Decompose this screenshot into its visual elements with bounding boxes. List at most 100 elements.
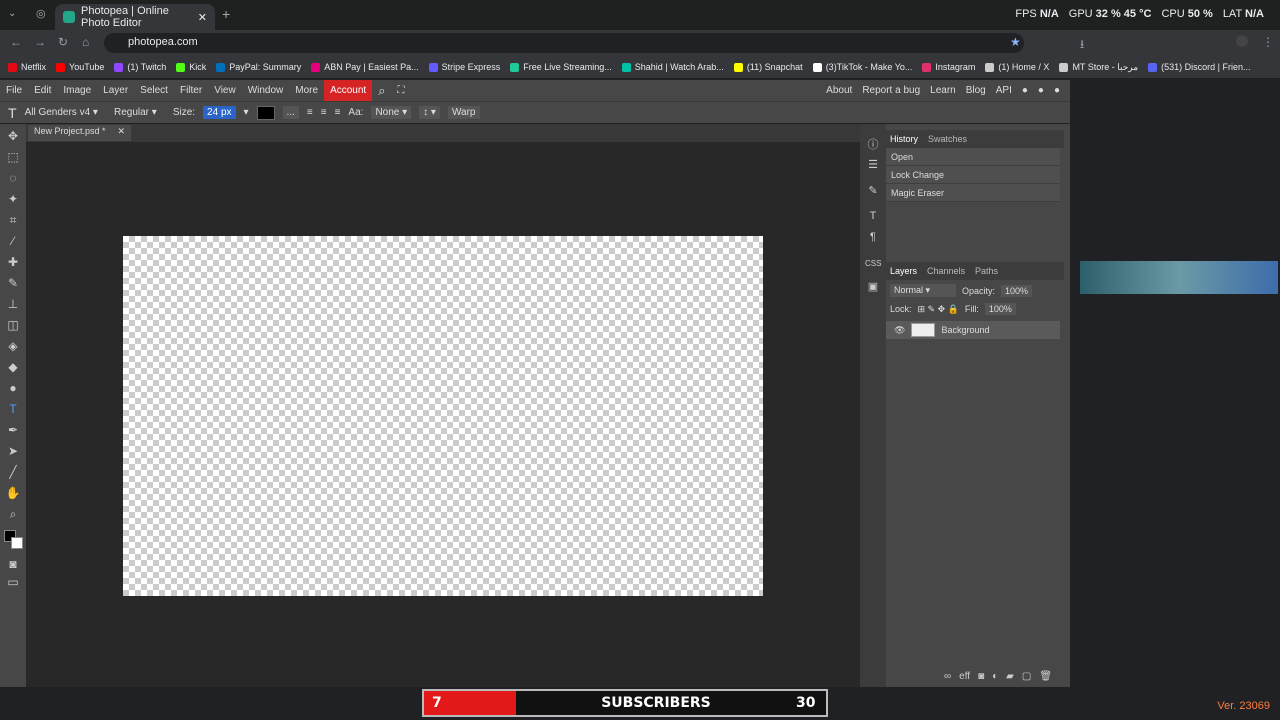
download-icon[interactable]: ⭳ (1080, 35, 1084, 56)
blend-mode-select[interactable]: Normal ▾ (890, 284, 956, 297)
css-icon[interactable]: CSS (865, 259, 881, 268)
pen-tool-icon[interactable]: ✒ (5, 422, 21, 438)
zoom-tool-icon[interactable]: ⌕ (5, 506, 21, 522)
menu-window[interactable]: Window (242, 80, 290, 101)
font-select[interactable]: All Genders v4 ▾ (25, 107, 98, 118)
twitter-icon[interactable]: ● (1038, 80, 1044, 101)
type-tool-icon[interactable]: T (5, 401, 21, 417)
bookmark-item[interactable]: Free Live Streaming... (510, 62, 612, 72)
new-tab-icon[interactable]: + (222, 6, 230, 22)
tab-layers[interactable]: Layers (890, 266, 917, 276)
more-options-button[interactable]: ... (282, 106, 299, 119)
menu-file[interactable]: File (0, 80, 28, 101)
text-color-swatch[interactable] (256, 105, 275, 120)
tab-paths[interactable]: Paths (975, 266, 998, 276)
menu-layer[interactable]: Layer (97, 80, 134, 101)
tab-search-icon[interactable]: ⌄ (8, 8, 16, 19)
link-layers-icon[interactable]: ∞ (944, 671, 951, 682)
menu-image[interactable]: Image (57, 80, 97, 101)
dodge-tool-icon[interactable]: ● (5, 380, 21, 396)
bookmark-item[interactable]: YouTube (56, 62, 104, 72)
screen-mode-icon[interactable]: ▭ (5, 574, 21, 590)
magic-wand-icon[interactable]: ✦ (5, 191, 21, 207)
menu-view[interactable]: View (208, 80, 242, 101)
antialias-select[interactable]: None ▾ (371, 106, 412, 119)
brush-tool-icon[interactable]: ✎ (5, 275, 21, 291)
fill-input[interactable]: 100% (984, 303, 1016, 315)
lasso-tool-icon[interactable]: ◌ (5, 170, 21, 186)
bookmark-item[interactable]: (11) Snapchat (733, 62, 803, 72)
reload-icon[interactable]: ↻ (58, 35, 68, 49)
bookmark-item[interactable]: (1) Home / X (985, 62, 1049, 72)
visibility-eye-icon[interactable]: 👁 (894, 325, 905, 336)
tab-swatches[interactable]: Swatches (928, 134, 967, 144)
info-icon[interactable]: ⓘ (865, 136, 881, 152)
layer-row[interactable]: 👁 Background (886, 321, 1060, 339)
tab-history[interactable]: History (890, 134, 918, 144)
lock-icons[interactable]: ⊞ ✎ ✥ 🔒 (918, 304, 959, 315)
document-tab[interactable]: New Project.psd * ✕ (28, 125, 132, 141)
menu-learn[interactable]: Learn (930, 80, 956, 101)
browser-tab[interactable]: Photopea | Online Photo Editor ✕ (55, 4, 215, 30)
brush-panel-icon[interactable]: ✎ (865, 184, 881, 197)
clone-stamp-icon[interactable]: ⊥ (5, 296, 21, 312)
menu-about[interactable]: About (826, 80, 852, 101)
fill-tool-icon[interactable]: ◈ (5, 338, 21, 354)
path-select-icon[interactable]: ➤ (5, 443, 21, 459)
bookmark-item[interactable]: (1) Twitch (114, 62, 166, 72)
fullscreen-icon[interactable]: ⛶ (392, 80, 411, 101)
size-input[interactable]: 24 px (203, 106, 236, 119)
new-layer-icon[interactable]: ▢ (1022, 671, 1031, 682)
close-tab-icon[interactable]: ✕ (198, 11, 207, 24)
blur-tool-icon[interactable]: ◆ (5, 359, 21, 375)
bookmark-item[interactable]: Instagram (922, 62, 975, 72)
advertisement-banner[interactable] (1080, 261, 1278, 294)
history-item[interactable]: Lock Change (886, 166, 1060, 184)
image-panel-icon[interactable]: ▣ (865, 280, 881, 293)
bookmark-item[interactable]: Shahid | Watch Arab... (621, 62, 724, 72)
canvas[interactable] (123, 236, 763, 596)
marquee-tool-icon[interactable]: ⬚ (5, 149, 21, 165)
menu-filter[interactable]: Filter (174, 80, 208, 101)
bookmark-item[interactable]: (3)TikTok - Make Yo... (812, 62, 912, 72)
adjustment-layer-icon[interactable]: ◐ (992, 671, 998, 682)
size-dropdown-icon[interactable]: ▾ (244, 107, 249, 118)
facebook-icon[interactable]: ● (1054, 80, 1060, 101)
bookmark-item[interactable]: MT Store - مرحبا (1059, 62, 1138, 73)
back-icon[interactable]: ← (10, 35, 22, 49)
font-style-select[interactable]: Regular ▾ (114, 107, 157, 118)
line-tool-icon[interactable]: ╱ (5, 464, 21, 480)
profile-avatar[interactable] (1236, 35, 1248, 47)
menu-select[interactable]: Select (134, 80, 174, 101)
character-icon[interactable]: T (865, 210, 881, 222)
eyedropper-icon[interactable]: ⁄ (5, 233, 21, 249)
move-tool-icon[interactable]: ✥ (5, 128, 21, 144)
bookmark-item[interactable]: Stripe Express (428, 62, 500, 72)
history-item[interactable]: Open (886, 148, 1060, 166)
menu-edit[interactable]: Edit (28, 80, 57, 101)
paragraph-icon[interactable]: ¶ (865, 231, 881, 243)
bookmark-item[interactable]: Kick (176, 62, 206, 72)
hand-tool-icon[interactable]: ✋ (5, 485, 21, 501)
reddit-icon[interactable]: ● (1022, 80, 1028, 101)
menu-dots-icon[interactable]: ⋮ (1262, 35, 1274, 49)
crop-tool-icon[interactable]: ⌗ (5, 212, 21, 228)
menu-api[interactable]: API (996, 80, 1012, 101)
new-folder-icon[interactable]: ▰ (1006, 671, 1014, 682)
background-color-swatch[interactable] (11, 537, 23, 549)
mask-icon[interactable]: ◙ (978, 671, 984, 682)
eraser-tool-icon[interactable]: ◫ (5, 317, 21, 333)
bookmark-item[interactable]: ABN Pay | Easiest Pa... (311, 62, 419, 72)
bookmark-item[interactable]: Netflix (8, 62, 46, 72)
account-button[interactable]: Account (324, 80, 373, 101)
align-center-icon[interactable]: ≡ (321, 107, 327, 118)
address-bar[interactable]: photopea.com (104, 33, 1024, 53)
search-icon[interactable]: ⌕ (372, 80, 391, 101)
menu-blog[interactable]: Blog (966, 80, 986, 101)
history-item[interactable]: Magic Eraser (886, 184, 1060, 202)
adjustments-icon[interactable]: ☰ (865, 158, 881, 171)
home-icon[interactable]: ⌂ (82, 35, 89, 49)
healing-brush-icon[interactable]: ✚ (5, 254, 21, 270)
layer-effects-icon[interactable]: eff (959, 671, 970, 682)
tab-channels[interactable]: Channels (927, 266, 965, 276)
